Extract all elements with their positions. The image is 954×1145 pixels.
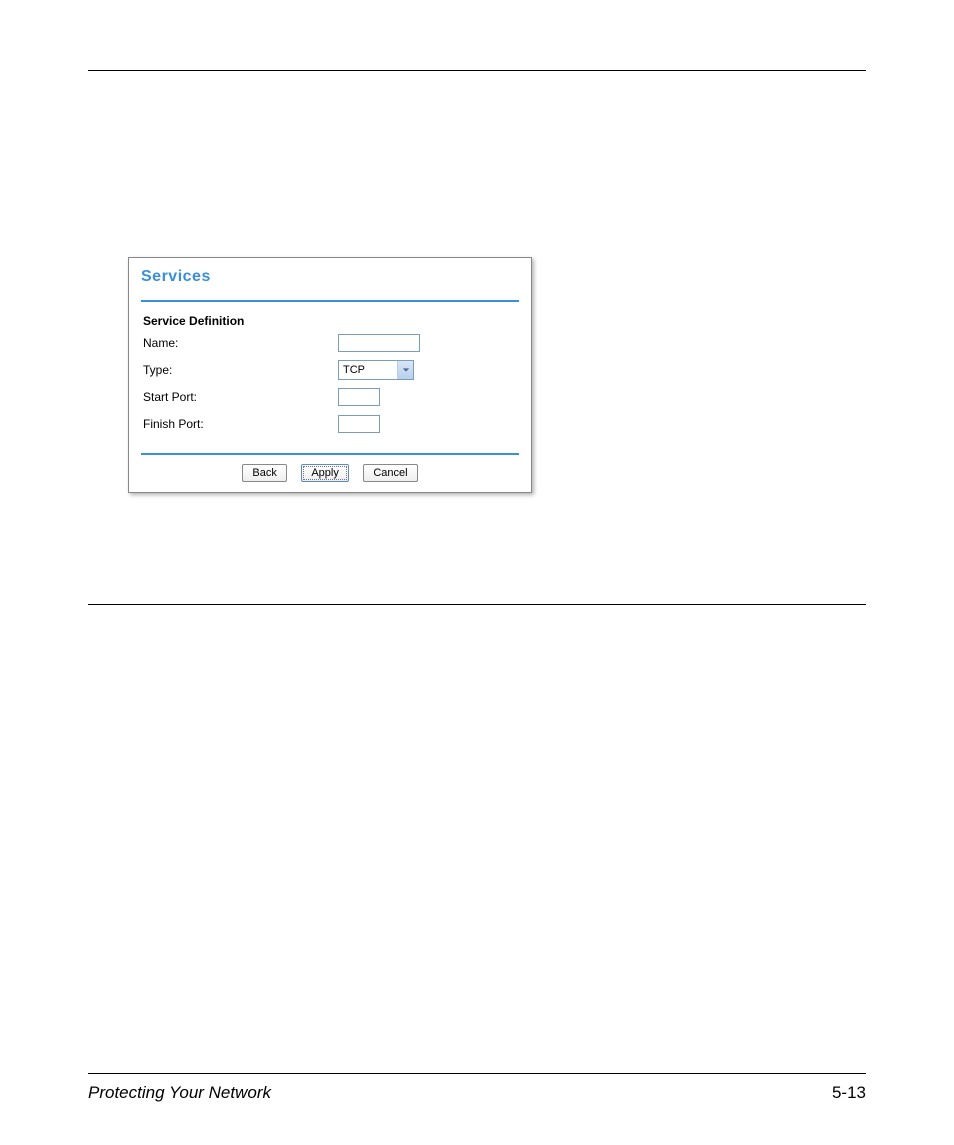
name-label: Name: (143, 336, 338, 350)
cancel-button[interactable]: Cancel (363, 464, 417, 482)
type-select-value: TCP (343, 364, 365, 376)
apply-button[interactable]: Apply (301, 464, 349, 482)
services-panel: Services Service Definition Name: Type: … (128, 257, 532, 493)
type-label: Type: (143, 363, 338, 377)
footer-page-number: 5-13 (832, 1083, 866, 1103)
start-port-row: Start Port: (143, 385, 517, 409)
section-title: Service Definition (143, 314, 517, 328)
start-port-input[interactable] (338, 388, 380, 406)
type-row: Type: TCP (143, 358, 517, 382)
chevron-down-icon (397, 361, 413, 379)
top-horizontal-rule (88, 70, 866, 71)
name-row: Name: (143, 331, 517, 355)
start-port-label: Start Port: (143, 390, 338, 404)
finish-port-input[interactable] (338, 415, 380, 433)
panel-header: Services (129, 258, 531, 294)
panel-title: Services (141, 268, 519, 286)
back-button[interactable]: Back (242, 464, 286, 482)
service-definition-section: Service Definition Name: Type: TCP Start… (129, 302, 531, 445)
type-select[interactable]: TCP (338, 360, 414, 380)
name-input[interactable] (338, 334, 420, 352)
bottom-horizontal-rule (88, 1073, 866, 1074)
finish-port-label: Finish Port: (143, 417, 338, 431)
finish-port-row: Finish Port: (143, 412, 517, 436)
button-row: Back Apply Cancel (129, 455, 531, 492)
mid-horizontal-rule (88, 604, 866, 605)
footer-section-title: Protecting Your Network (88, 1083, 271, 1103)
